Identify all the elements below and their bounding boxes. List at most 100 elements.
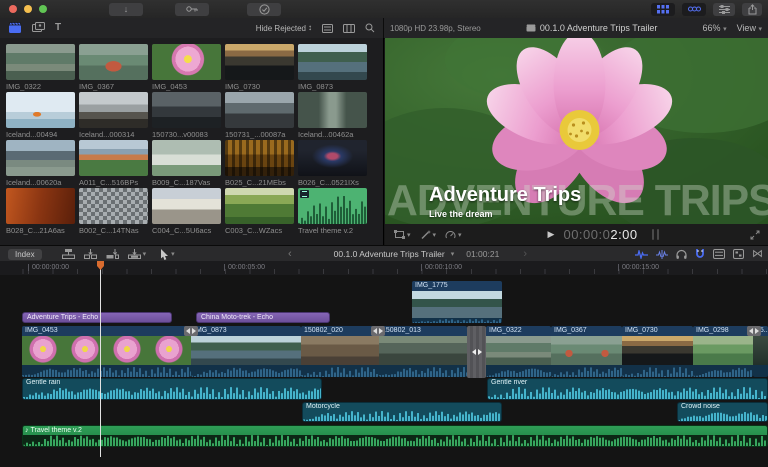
browser-clip[interactable]: IMG_0322 bbox=[6, 44, 75, 92]
clip-thumbnail[interactable] bbox=[225, 140, 294, 176]
clip-thumbnail[interactable] bbox=[152, 92, 221, 128]
timeline-tracks[interactable]: IMG_1775 Adventure Trips - Echo China Mo… bbox=[0, 275, 768, 467]
clip-thumbnail[interactable] bbox=[6, 44, 75, 80]
browser-clip[interactable]: IMG_0873 bbox=[298, 44, 367, 92]
audio-skimming-icon[interactable] bbox=[656, 250, 668, 259]
title-clip[interactable]: China Moto-trek - Echo bbox=[196, 312, 330, 323]
primary-clip[interactable]: 150802_020 bbox=[301, 326, 379, 377]
browser-clip[interactable]: Iceland...00620a bbox=[6, 140, 75, 188]
timeline-toggle-button[interactable] bbox=[682, 3, 706, 16]
chevron-down-icon[interactable]: ▾ bbox=[171, 250, 175, 258]
viewer-zoom-popup[interactable]: 66% ▾ bbox=[703, 23, 727, 33]
insert-edit-icon[interactable] bbox=[84, 249, 97, 259]
clip-thumbnail[interactable] bbox=[298, 188, 367, 224]
title-clip[interactable]: Adventure Trips - Echo bbox=[22, 312, 172, 323]
clip-thumbnail[interactable] bbox=[152, 188, 221, 224]
browser-clip[interactable]: C003_C...WZacs bbox=[225, 188, 294, 236]
clip-thumbnail[interactable] bbox=[298, 140, 367, 176]
clip-thumbnail[interactable] bbox=[298, 44, 367, 80]
clip-thumbnail[interactable] bbox=[225, 92, 294, 128]
clip-thumbnail[interactable] bbox=[152, 140, 221, 176]
photos-audio-sidebar-icon[interactable] bbox=[32, 22, 45, 34]
primary-clip[interactable]: IMG_0367 bbox=[551, 326, 622, 377]
clip-thumbnail[interactable] bbox=[6, 92, 75, 128]
browser-clip[interactable]: IMG_0367 bbox=[79, 44, 148, 92]
browser-clip[interactable]: B002_C...14TNas bbox=[79, 188, 148, 236]
primary-clip[interactable]: IMG_0730 bbox=[622, 326, 693, 377]
import-media-button[interactable]: ↓ bbox=[109, 3, 143, 16]
chevron-down-icon[interactable]: ▾ bbox=[143, 250, 147, 258]
audio-clip[interactable]: Gentle rain bbox=[22, 378, 322, 400]
clip-thumbnail[interactable] bbox=[298, 92, 367, 128]
keyword-editor-button[interactable] bbox=[175, 3, 209, 16]
primary-clip[interactable]: 150802_013 bbox=[379, 326, 467, 377]
inspector-toggle-button[interactable] bbox=[713, 3, 735, 16]
browser-clip[interactable]: B009_C...187Vas bbox=[152, 140, 221, 188]
append-edit-icon[interactable] bbox=[106, 249, 119, 259]
browser-clip[interactable]: Iceland...00494 bbox=[6, 92, 75, 140]
search-icon[interactable] bbox=[365, 23, 375, 33]
viewer-canvas[interactable]: ADVENTURE TRIPS Adventure Trips Live the… bbox=[385, 38, 768, 224]
primary-clip[interactable]: IMG_0873 bbox=[191, 326, 301, 377]
connected-clip[interactable]: IMG_1775 bbox=[412, 281, 502, 323]
clip-thumbnail[interactable] bbox=[225, 44, 294, 80]
transition-icon[interactable] bbox=[371, 326, 385, 336]
index-button[interactable]: Index bbox=[8, 249, 42, 260]
nav-back-icon[interactable]: ‹ bbox=[288, 248, 292, 260]
browser-clip[interactable]: 150730...v00083 bbox=[152, 92, 221, 140]
skimming-icon[interactable] bbox=[635, 250, 648, 259]
retime-popup[interactable]: ▾ bbox=[445, 230, 462, 240]
browser-clip[interactable]: C004_C...5U6acs bbox=[152, 188, 221, 236]
audio-meter-bar[interactable] bbox=[657, 229, 659, 240]
effects-browser-icon[interactable] bbox=[733, 249, 744, 259]
browser-clip[interactable]: B026_C...0521IXs bbox=[298, 140, 367, 188]
clip-thumbnail[interactable] bbox=[152, 44, 221, 80]
clip-thumbnail[interactable] bbox=[79, 188, 148, 224]
audio-clip[interactable]: Gentle river bbox=[487, 378, 768, 400]
audio-clip[interactable]: Crowd noise bbox=[677, 402, 768, 422]
minimize-window-button[interactable] bbox=[24, 5, 32, 13]
transform-popup[interactable]: ▾ bbox=[394, 230, 411, 239]
browser-clip[interactable]: B025_C...21MEbs bbox=[225, 140, 294, 188]
solo-headphones-icon[interactable] bbox=[676, 249, 687, 259]
cross-dissolve-transition[interactable] bbox=[467, 326, 486, 378]
filmstrip-view-icon[interactable] bbox=[343, 24, 355, 33]
enhancements-popup[interactable]: ▾ bbox=[420, 230, 437, 240]
nav-forward-icon[interactable]: › bbox=[523, 248, 527, 260]
audio-clip[interactable]: Motorcycle bbox=[302, 402, 502, 422]
music-clip[interactable]: ♪ Travel theme v.2 bbox=[22, 425, 768, 447]
browser-clip[interactable]: 150731_...00087a bbox=[225, 92, 294, 140]
clip-thumbnail[interactable] bbox=[79, 140, 148, 176]
primary-clip[interactable]: IMG_0298 bbox=[693, 326, 753, 377]
browser-toggle-button[interactable] bbox=[651, 3, 675, 16]
viewer-view-popup[interactable]: View ▾ bbox=[737, 23, 762, 33]
connect-edit-icon[interactable] bbox=[62, 249, 75, 259]
browser-clip-audio[interactable]: Travel theme v.2 bbox=[298, 188, 367, 236]
overwrite-edit-icon[interactable] bbox=[128, 249, 141, 259]
transition-icon[interactable] bbox=[747, 326, 761, 336]
pointer-tool-icon[interactable] bbox=[160, 249, 169, 260]
browser-clip[interactable]: B028_C...21A6as bbox=[6, 188, 75, 236]
snapping-magnet-icon[interactable] bbox=[695, 249, 705, 259]
browser-clip[interactable]: Iceland...00462a bbox=[298, 92, 367, 140]
share-button[interactable] bbox=[742, 3, 762, 16]
zoom-window-button[interactable] bbox=[39, 5, 47, 13]
filter-popup[interactable]: Hide Rejected ↕ bbox=[256, 24, 312, 33]
clip-thumbnail[interactable] bbox=[6, 140, 75, 176]
fullscreen-expand-icon[interactable] bbox=[750, 230, 760, 240]
browser-clip[interactable]: IMG_0730 bbox=[225, 44, 294, 92]
timeline-ruler[interactable]: 00:00:00:00 00:00:05:00 00:00:10:00 00:0… bbox=[0, 261, 768, 276]
play-button[interactable]: ▶ bbox=[548, 230, 555, 239]
audio-meter-bar[interactable] bbox=[652, 229, 654, 240]
browser-clip[interactable]: Iceland...000314 bbox=[79, 92, 148, 140]
clip-thumbnail[interactable] bbox=[79, 44, 148, 80]
transition-icon[interactable] bbox=[184, 326, 198, 336]
playhead[interactable] bbox=[100, 261, 101, 457]
titles-generators-sidebar-icon[interactable]: T bbox=[55, 23, 61, 33]
libraries-sidebar-icon[interactable] bbox=[8, 22, 22, 34]
clip-appearance-icon[interactable] bbox=[322, 24, 333, 33]
transitions-browser-icon[interactable]: ⋈ bbox=[752, 249, 763, 260]
clip-appearance-icon[interactable] bbox=[713, 249, 725, 259]
browser-clip[interactable]: A011_C...516BPs bbox=[79, 140, 148, 188]
primary-clip[interactable]: IMG_0322 bbox=[486, 326, 551, 377]
